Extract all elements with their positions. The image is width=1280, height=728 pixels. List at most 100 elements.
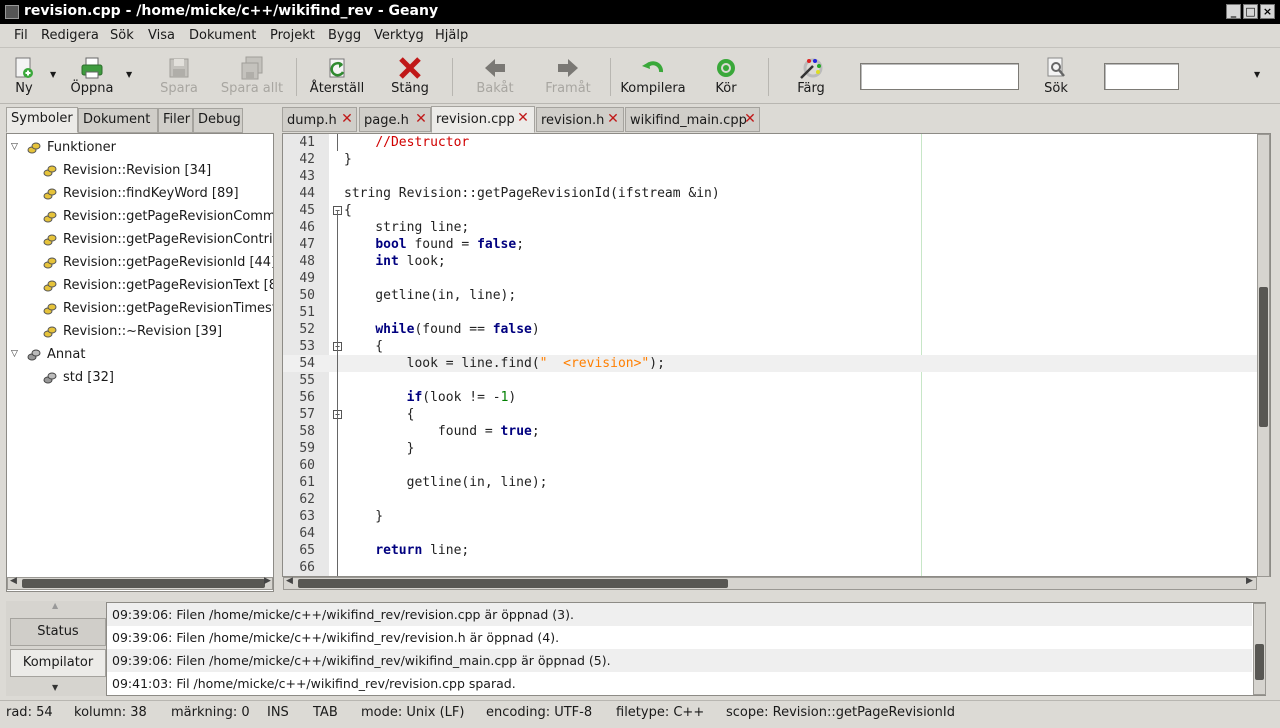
code-line[interactable]: 58 found = true; xyxy=(283,423,1270,440)
tab-scroll-down-icon[interactable]: ▼ xyxy=(52,683,58,692)
code-line[interactable]: 48 int look; xyxy=(283,253,1270,270)
code-line[interactable]: 65 return line; xyxy=(283,542,1270,559)
tree-item[interactable]: Revision::getPageRevisionContributo xyxy=(7,229,273,252)
tab-revision-h[interactable]: revision.h ✕ xyxy=(536,107,624,132)
code-line[interactable]: 49 xyxy=(283,270,1270,287)
sidebar-hscrollbar[interactable]: ◀ ▶ xyxy=(7,576,273,590)
open-dropdown[interactable]: ▼ xyxy=(120,48,136,104)
scroll-left-icon[interactable]: ◀ xyxy=(286,576,293,586)
message-line[interactable]: 09:39:06: Filen /home/micke/c++/wikifind… xyxy=(107,603,1252,626)
tab-close-icon[interactable]: ✕ xyxy=(606,112,620,126)
scroll-right-icon[interactable]: ▶ xyxy=(264,576,271,586)
code-line[interactable]: 52 while(found == false) xyxy=(283,321,1270,338)
code-line[interactable]: 44 string Revision::getPageRevisionId(ifs… xyxy=(283,185,1270,202)
new-button[interactable]: Ny xyxy=(6,48,42,104)
code-line[interactable]: 57− { xyxy=(283,406,1270,423)
code-line[interactable]: 51 xyxy=(283,304,1270,321)
minimize-button[interactable]: _ xyxy=(1226,4,1241,19)
toolbar-overflow-button[interactable]: ▼ xyxy=(1250,48,1266,104)
scroll-left-icon[interactable]: ◀ xyxy=(10,576,17,586)
code-line[interactable]: 50 getline(in, line); xyxy=(283,287,1270,304)
tab-close-icon[interactable]: ✕ xyxy=(414,112,428,126)
code-editor[interactable]: 41 //Destructor 42} 43 44 string Revision::g… xyxy=(282,133,1271,577)
tree-group-functions[interactable]: ▽ Funktioner xyxy=(7,137,273,160)
menu-file[interactable]: Fil xyxy=(14,28,28,43)
tree-item[interactable]: Revision::getPageRevisionId [44] xyxy=(7,252,273,275)
tab-status[interactable]: Status xyxy=(10,618,106,646)
expander-open-icon[interactable]: ▽ xyxy=(11,142,21,152)
forward-button[interactable]: Framåt xyxy=(540,48,596,104)
code-line[interactable]: 61 getline(in, line); xyxy=(283,474,1270,491)
tree-item[interactable]: Revision::findKeyWord [89] xyxy=(7,183,273,206)
expander-open-icon[interactable]: ▽ xyxy=(11,349,21,359)
menu-document[interactable]: Dokument xyxy=(189,28,256,43)
menu-project[interactable]: Projekt xyxy=(270,28,315,43)
tab-scroll-up-icon[interactable]: ▲ xyxy=(52,601,58,610)
save-all-button[interactable]: Spara allt xyxy=(218,48,286,104)
message-line[interactable]: 09:39:06: Filen /home/micke/c++/wikifind… xyxy=(107,626,1252,649)
tab-wikifind-main-cpp[interactable]: wikifind_main.cpp ✕ xyxy=(625,107,760,132)
search-input[interactable] xyxy=(860,63,1019,90)
menu-view[interactable]: Visa xyxy=(148,28,175,43)
scroll-thumb[interactable] xyxy=(22,579,265,588)
tree-group-other[interactable]: ▽ Annat xyxy=(7,344,273,367)
tab-page-h[interactable]: page.h ✕ xyxy=(359,107,431,132)
tree-item[interactable]: Revision::Revision [34] xyxy=(7,160,273,183)
compile-button[interactable]: Kompilera xyxy=(618,48,688,104)
goto-line-input[interactable] xyxy=(1104,63,1179,90)
search-button[interactable]: Sök xyxy=(1038,48,1074,104)
code-line[interactable]: 56 if(look != -1) xyxy=(283,389,1270,406)
save-button[interactable]: Spara xyxy=(154,48,204,104)
menu-search[interactable]: Sök xyxy=(110,28,134,43)
tab-dump-h[interactable]: dump.h ✕ xyxy=(282,107,357,132)
message-line[interactable]: 09:39:06: Filen /home/micke/c++/wikifind… xyxy=(107,649,1252,672)
code-line[interactable]: 55 xyxy=(283,372,1270,389)
tab-close-icon[interactable]: ✕ xyxy=(340,112,354,126)
tab-close-icon[interactable]: ✕ xyxy=(516,111,530,125)
tab-compiler[interactable]: Kompilator xyxy=(10,649,106,677)
tab-symbols[interactable]: Symboler xyxy=(6,107,78,133)
tab-close-icon[interactable]: ✕ xyxy=(743,112,757,126)
scroll-thumb[interactable] xyxy=(1259,287,1268,427)
code-line[interactable]: 43 xyxy=(283,168,1270,185)
code-line[interactable]: 63 } xyxy=(283,508,1270,525)
code-line[interactable]: 59 } xyxy=(283,440,1270,457)
code-line[interactable]: 66 xyxy=(283,559,1270,576)
run-button[interactable]: Kör xyxy=(704,48,748,104)
tab-documents[interactable]: Dokument xyxy=(78,108,158,133)
messages-vscrollbar[interactable] xyxy=(1253,603,1266,695)
scroll-thumb[interactable] xyxy=(1255,644,1264,680)
close-file-button[interactable]: Stäng xyxy=(386,48,434,104)
menu-edit[interactable]: Redigera xyxy=(41,28,99,43)
scroll-thumb[interactable] xyxy=(298,579,728,588)
tab-revision-cpp[interactable]: revision.cpp ✕ xyxy=(431,106,535,133)
tree-item[interactable]: Revision::getPageRevisionText [84] xyxy=(7,275,273,298)
code-line[interactable]: 46 string line; xyxy=(283,219,1270,236)
code-line[interactable]: 47 bool found = false; xyxy=(283,236,1270,253)
tab-debug[interactable]: Debug xyxy=(193,108,243,133)
menu-build[interactable]: Bygg xyxy=(328,28,361,43)
message-line[interactable]: 09:41:03: Fil /home/micke/c++/wikifind_r… xyxy=(107,672,1252,695)
open-button[interactable]: Öppna xyxy=(66,48,118,104)
code-line[interactable]: 62 xyxy=(283,491,1270,508)
tree-item[interactable]: Revision::~Revision [39] xyxy=(7,321,273,344)
maximize-button[interactable]: □ xyxy=(1243,4,1258,19)
editor-vscrollbar[interactable] xyxy=(1257,134,1270,577)
code-line[interactable]: 42} xyxy=(283,151,1270,168)
menu-help[interactable]: Hjälp xyxy=(435,28,468,43)
code-line[interactable]: 64 xyxy=(283,525,1270,542)
editor-hscrollbar[interactable]: ◀ ▶ xyxy=(283,576,1257,590)
code-line[interactable]: 54 look = line.find(" <revision>"); xyxy=(283,355,1270,372)
tree-item[interactable]: Revision::getPageRevisionTimestamp xyxy=(7,298,273,321)
revert-button[interactable]: Återställ xyxy=(306,48,368,104)
code-line[interactable]: 53− { xyxy=(283,338,1270,355)
tree-item[interactable]: Revision::getPageRevisionComment [ xyxy=(7,206,273,229)
color-button[interactable]: Färg xyxy=(790,48,832,104)
back-button[interactable]: Bakåt xyxy=(470,48,520,104)
app-icon[interactable] xyxy=(5,5,19,19)
tree-item[interactable]: std [32] xyxy=(7,367,273,390)
code-line[interactable]: 41 //Destructor xyxy=(283,134,1270,151)
code-line[interactable]: 60 xyxy=(283,457,1270,474)
scroll-right-icon[interactable]: ▶ xyxy=(1246,576,1253,586)
menu-tools[interactable]: Verktyg xyxy=(374,28,424,43)
